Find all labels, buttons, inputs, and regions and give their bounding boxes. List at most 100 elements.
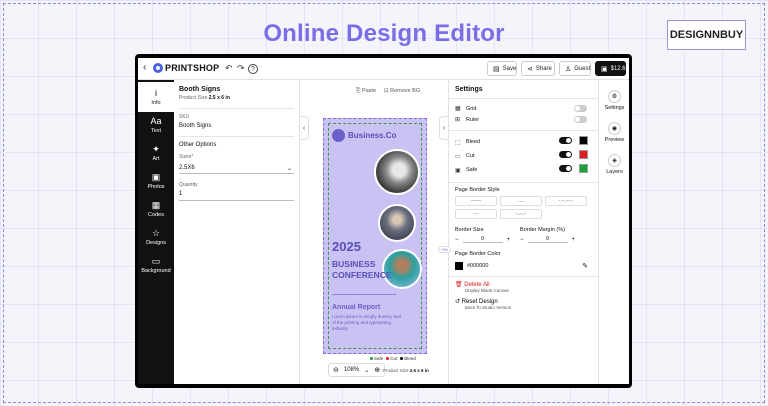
grid-toggle[interactable]	[574, 105, 587, 112]
rail-item-background[interactable]: ▭ Background	[138, 250, 174, 280]
collapse-left-panel-button[interactable]: ‹	[300, 116, 309, 140]
rail-item-info[interactable]: i Info	[138, 82, 174, 112]
rail-label: Background	[141, 267, 171, 274]
business-logo-icon[interactable]	[332, 129, 345, 142]
device-frame: ‹ PRINTSHOP ↶ ↷ ? ▤ Save ⋖ Share ♙ Guest…	[135, 54, 632, 388]
rail-item-text[interactable]: Aa Text	[138, 110, 174, 140]
booth-sign-canvas[interactable]: Business.Co 2025 BUSINESS CONFERENCE Ann…	[323, 118, 427, 354]
border-size-stepper: − 0 +	[455, 236, 510, 243]
layers-rail-label: Layers	[606, 169, 623, 175]
grid-row: ▦ Grid	[455, 103, 592, 114]
plus-icon[interactable]: +	[507, 237, 511, 243]
zoom-value: 108%	[343, 367, 360, 373]
remove-bg-button[interactable]: ⊡ Remove BG	[384, 88, 444, 94]
border-style-option[interactable]: -.--.--.-	[545, 196, 587, 206]
product-title: Booth Signs	[179, 86, 221, 93]
bleed-toggle[interactable]	[559, 137, 572, 144]
logo-ring-icon	[153, 63, 163, 73]
border-color-row[interactable]: #000000 ✎	[455, 260, 592, 271]
rail-item-art[interactable]: ✦ Art	[138, 138, 174, 168]
minus-icon[interactable]: −	[455, 237, 459, 243]
cut-row: ▭ Cut	[455, 149, 592, 163]
photo-circle-1[interactable]	[374, 149, 420, 195]
body-text[interactable]: Lorem ipsum is simply dummy text of the …	[332, 314, 402, 332]
border-color-value[interactable]: #000000	[467, 263, 488, 269]
zoom-out-icon[interactable]: ⊖	[333, 366, 339, 374]
cut-toggle[interactable]	[559, 151, 572, 158]
help-icon[interactable]: ?	[248, 64, 258, 74]
eyedropper-icon[interactable]: ✎	[582, 262, 588, 270]
rail-label: Designs	[146, 239, 166, 246]
border-style-grid: ------ ...... -.--.--.- -.- -..-..-	[455, 196, 592, 219]
safe-color-swatch[interactable]	[579, 164, 588, 173]
safe-toggle[interactable]	[559, 165, 572, 172]
legend-safe: Safe	[370, 356, 383, 361]
bleed-color-swatch[interactable]	[579, 136, 588, 145]
reset-icon: ↺	[455, 299, 462, 305]
share-label: Share	[535, 65, 552, 72]
grid-label: Grid	[466, 105, 477, 112]
chevron-down-icon[interactable]: ⌄	[364, 367, 369, 374]
cut-color-swatch[interactable]	[579, 150, 588, 159]
rail-item-codes[interactable]: ▦ Codes	[138, 194, 174, 224]
product-size: Product Size 2.5 x 6 in	[179, 95, 294, 101]
border-margin-value[interactable]: 0	[527, 236, 568, 243]
border-style-option[interactable]: ......	[500, 196, 542, 206]
undo-icon[interactable]: ↶	[225, 63, 233, 74]
divider	[449, 130, 598, 131]
border-style-option[interactable]: -..-..-	[500, 209, 542, 219]
report-text[interactable]: Annual Report	[332, 304, 380, 311]
preview-rail-button[interactable]: ◉ Preview	[599, 122, 629, 143]
safe-row: ▣ Safe	[455, 163, 592, 177]
top-bar: ‹ PRINTSHOP ↶ ↷ ? ▤ Save ⋖ Share ♙ Guest…	[138, 58, 629, 80]
year-text[interactable]: 2025	[332, 239, 361, 254]
user-icon: ♙	[565, 65, 572, 73]
border-size-label: Border Size	[455, 227, 484, 233]
sizes-select[interactable]: 2.5X6 ⌄	[179, 163, 294, 174]
business-name[interactable]: Business.Co	[348, 131, 396, 140]
guest-label: Guest	[574, 65, 591, 72]
canvas-product-size: Product Size 2.5 x 6 in	[383, 368, 429, 373]
reset-design-label: ↺ Reset Design	[455, 299, 498, 305]
delete-all-action[interactable]: 🗑 Delete All Display Blank Canvas	[455, 281, 592, 293]
cart-price-button[interactable]: ▣ $12.6	[595, 61, 626, 76]
divider	[179, 136, 294, 137]
quantity-input[interactable]: 1	[179, 191, 294, 201]
minus-icon[interactable]: −	[520, 237, 524, 243]
zoom-in-icon[interactable]: ⊕	[374, 366, 380, 374]
photo-circle-3[interactable]	[382, 249, 422, 289]
rail-item-designs[interactable]: ☆ Designs	[138, 222, 174, 252]
right-rail: ⚙ Settings ◉ Preview ◈ Layers	[598, 80, 629, 384]
border-color-swatch[interactable]	[455, 261, 463, 270]
ai-badge[interactable]: +Ai	[438, 246, 451, 253]
page-border-color-label: Page Border Color	[455, 251, 501, 257]
reset-design-action[interactable]: ↺ Reset Design Back To Studio Version	[455, 298, 592, 310]
printshop-logo: PRINTSHOP	[153, 63, 219, 73]
collapse-right-panel-button[interactable]: ›	[439, 116, 448, 140]
redo-icon[interactable]: ↷	[237, 63, 245, 74]
border-style-option[interactable]: ------	[455, 196, 497, 206]
rail-label: Photos	[147, 183, 165, 190]
share-button[interactable]: ⋖ Share	[521, 61, 555, 76]
bleed-row: ⬚ Bleed	[455, 135, 592, 149]
plus-icon[interactable]: +	[572, 237, 576, 243]
border-style-option[interactable]: -.-	[455, 209, 497, 219]
border-size-value[interactable]: 0	[462, 236, 503, 243]
grid-icon: ▦	[455, 106, 461, 112]
page-border-style-label: Page Border Style	[455, 187, 500, 193]
layers-rail-button[interactable]: ◈ Layers	[599, 154, 629, 175]
paste-button[interactable]: ⎘ Paste	[356, 88, 376, 95]
ruler-toggle[interactable]	[574, 116, 587, 123]
hero-title: Online Design Editor	[263, 20, 505, 47]
settings-rail-button[interactable]: ⚙ Settings	[599, 90, 629, 111]
headline-text[interactable]: BUSINESS CONFERENCE	[332, 259, 392, 281]
rail-item-photos[interactable]: ▣ Photos	[138, 166, 174, 196]
guest-button[interactable]: ♙ Guest	[559, 61, 591, 76]
back-icon[interactable]: ‹	[143, 62, 146, 73]
price-label: $12.6	[610, 65, 626, 72]
ruler-row: ⊞ Ruler	[455, 114, 592, 125]
save-button[interactable]: ▤ Save	[487, 61, 517, 76]
photo-circle-2[interactable]	[378, 204, 416, 242]
divider	[449, 98, 598, 99]
background-icon: ▭	[151, 255, 161, 266]
